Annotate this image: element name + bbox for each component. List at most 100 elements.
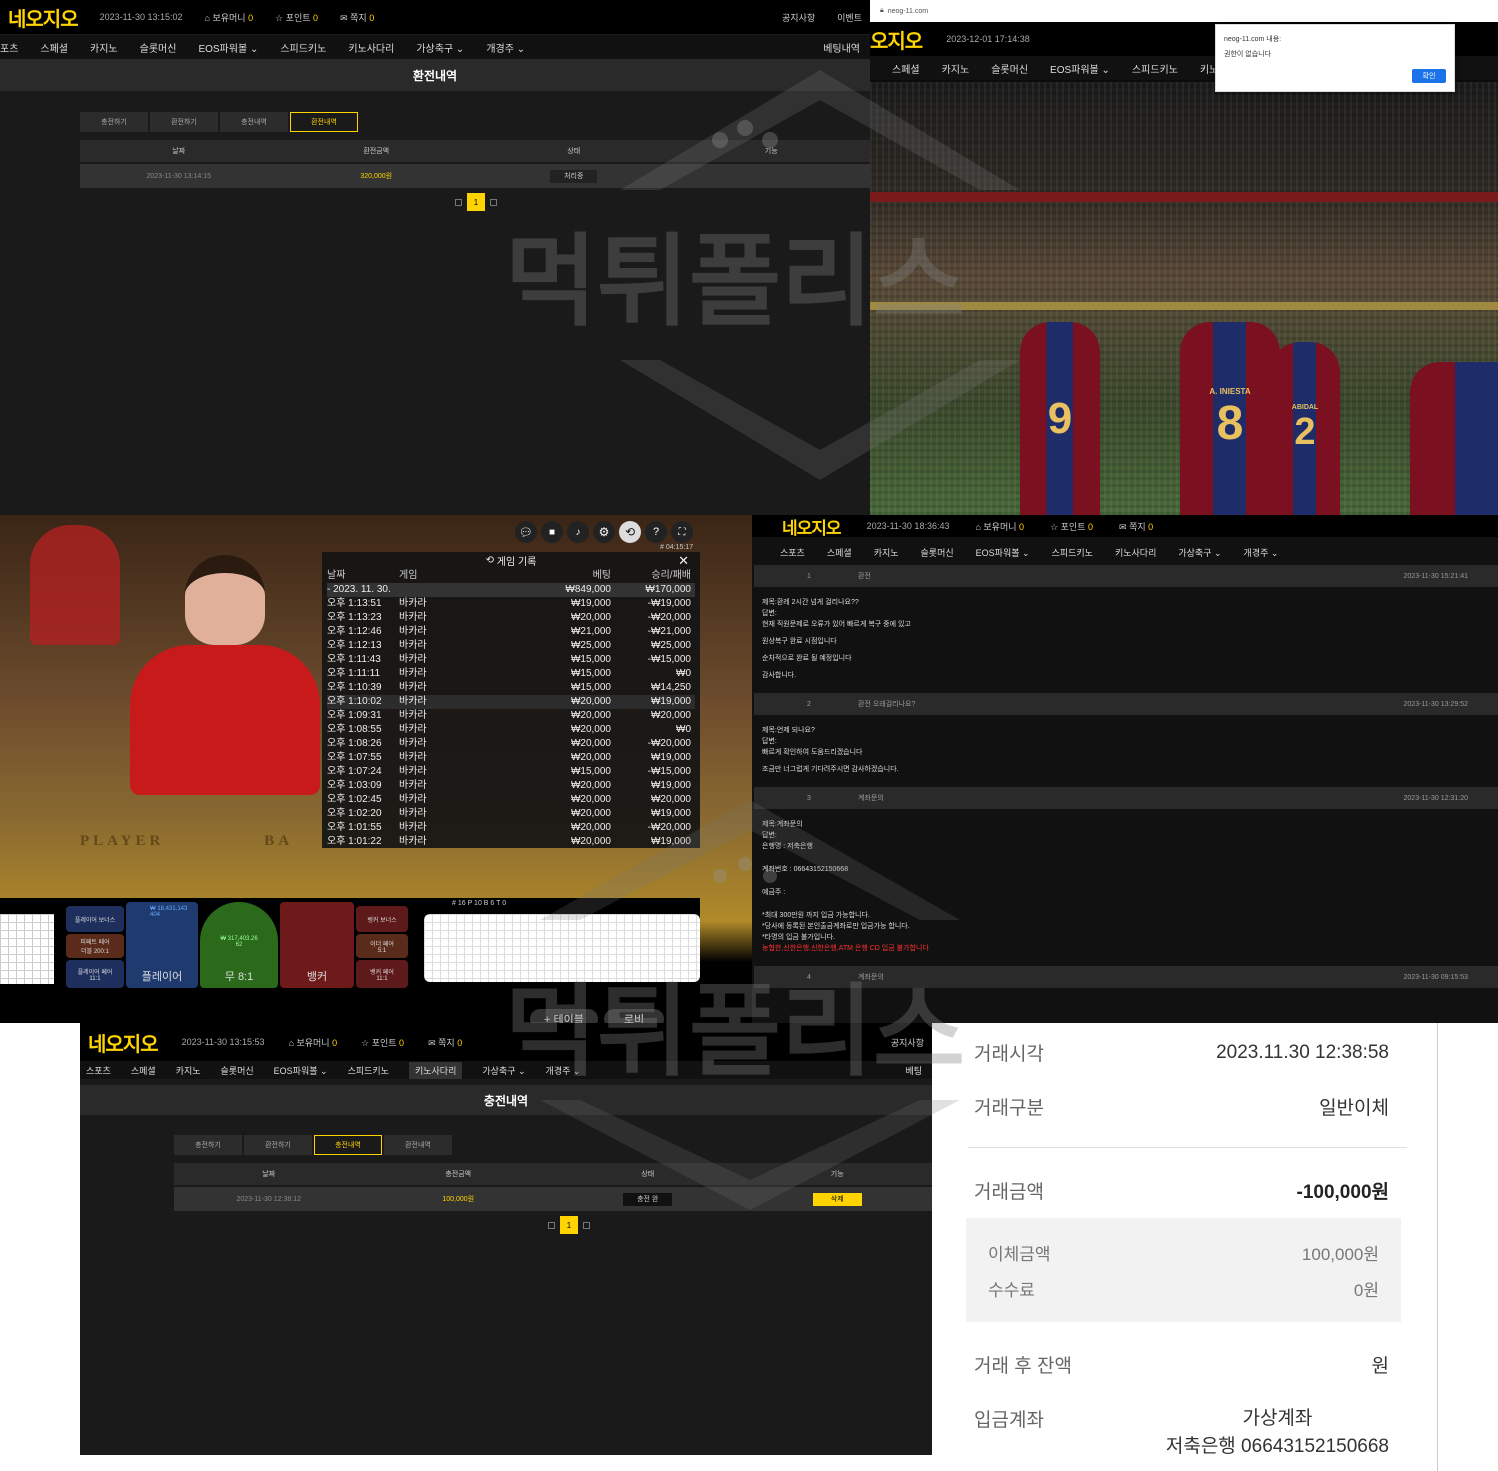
history-row[interactable]: 오후 1:01:55 바카라 ₩20,000 -₩20,000: [327, 821, 695, 835]
nav-item[interactable]: 가상축구 ⌄: [1178, 546, 1221, 559]
table-button[interactable]: + 테이블: [530, 1009, 598, 1023]
dialog-ok-button[interactable]: 확인: [1412, 69, 1446, 83]
nav-item[interactable]: 개경주 ⌄: [1244, 546, 1279, 559]
history-row[interactable]: 오후 1:11:43 바카라 ₩15,000 -₩15,000: [327, 653, 695, 667]
bet-player[interactable]: ₩ 18,431,143 404 플레이어: [126, 902, 198, 988]
inquiry-item-header[interactable]: 1 환전 2023-11-30 15:21:41: [754, 565, 1498, 587]
inquiry-item-header[interactable]: 4 계좌문의 2023-11-30 09:15:53: [754, 966, 1498, 988]
sound-icon[interactable]: ♪: [567, 521, 589, 543]
message-indicator[interactable]: ✉ 쪽지 0: [340, 11, 374, 24]
history-date-row[interactable]: - 2023. 11. 30. ₩849,000 ₩170,000: [327, 583, 695, 597]
inquiry-item-header[interactable]: 3 계좌문의 2023-11-30 12:31:20: [754, 787, 1498, 809]
page-button[interactable]: 1: [560, 1216, 578, 1234]
history-icon[interactable]: ⟲: [619, 521, 641, 543]
bet-player-bonus[interactable]: 플레이어 보너스: [66, 906, 124, 932]
bet-history-link[interactable]: 베팅내역: [823, 40, 860, 55]
tab-deposit-history[interactable]: 충전내역: [314, 1135, 382, 1155]
page-button[interactable]: 1: [467, 193, 485, 211]
message-indicator[interactable]: ✉ 쪽지 0: [1119, 520, 1153, 533]
fullscreen-icon[interactable]: ⛶: [671, 521, 693, 543]
close-icon[interactable]: ✕: [678, 553, 689, 569]
history-row[interactable]: 오후 1:09:31 바카라 ₩20,000 ₩20,000: [327, 709, 695, 723]
event-link[interactable]: 이벤트: [837, 11, 862, 24]
delete-button[interactable]: 삭제: [812, 1193, 862, 1206]
nav-item[interactable]: 스페셜: [827, 546, 852, 559]
nav-item[interactable]: EOS파워볼 ⌄: [976, 546, 1030, 559]
nav-item[interactable]: 카지노: [90, 40, 118, 55]
history-row[interactable]: 오후 1:07:55 바카라 ₩20,000 ₩19,000: [327, 751, 695, 765]
tab-deposit[interactable]: 충전하기: [174, 1135, 242, 1155]
history-row[interactable]: 오후 1:12:13 바카라 ₩25,000 ₩25,000: [327, 639, 695, 653]
nav-item[interactable]: 키노사다리: [408, 1061, 463, 1079]
history-row[interactable]: 오후 1:08:55 바카라 ₩20,000 ₩0: [327, 723, 695, 737]
nav-item[interactable]: 가상축구 ⌄: [416, 40, 464, 55]
nav-item[interactable]: 스페셜: [131, 1064, 156, 1077]
nav-item[interactable]: 슬롯머신: [921, 546, 954, 559]
history-row[interactable]: 오후 1:10:39 바카라 ₩15,000 ₩14,250: [327, 681, 695, 695]
site-logo[interactable]: 오지오: [870, 25, 923, 54]
bet-player-pair[interactable]: 플레이어 페어 11:1: [66, 960, 124, 988]
nav-item[interactable]: 스포츠: [86, 1064, 111, 1077]
history-row[interactable]: 오후 1:11:11 바카라 ₩15,000 ₩0: [327, 667, 695, 681]
history-row[interactable]: 오후 1:10:02 바카라 ₩20,000 ₩19,000: [327, 695, 695, 709]
tab-deposit-history[interactable]: 충전내역: [220, 112, 288, 132]
nav-item[interactable]: 키노사다리: [1115, 546, 1156, 559]
tab-withdraw[interactable]: 환전하기: [244, 1135, 312, 1155]
nav-item[interactable]: 가상축구 ⌄: [482, 1064, 525, 1077]
bet-history-link[interactable]: 베팅: [905, 1064, 922, 1077]
tab-withdraw[interactable]: 환전하기: [150, 112, 218, 132]
nav-item[interactable]: 스페셜: [40, 40, 68, 55]
site-logo[interactable]: 네오지오: [782, 515, 842, 539]
site-logo[interactable]: 네오지오: [88, 1028, 159, 1057]
message-indicator[interactable]: ✉ 쪽지 0: [428, 1036, 462, 1049]
nav-item[interactable]: 스피드키노: [348, 1064, 389, 1077]
next-page-icon[interactable]: [583, 1221, 590, 1229]
tab-withdraw-history[interactable]: 환전내역: [384, 1135, 452, 1155]
bet-banker[interactable]: 뱅커: [280, 902, 354, 988]
notice-link[interactable]: 공지사항: [891, 1036, 924, 1049]
notice-link[interactable]: 공지사항: [782, 11, 815, 24]
history-row[interactable]: 오후 1:08:26 바카라 ₩20,000 -₩20,000: [327, 737, 695, 751]
nav-item[interactable]: 스페셜: [892, 61, 920, 76]
bet-tie[interactable]: ₩ 317,403.26 62 무 8:1: [200, 902, 278, 988]
help-icon[interactable]: ?: [645, 521, 667, 543]
history-row[interactable]: 오후 1:01:22 바카라 ₩20,000 ₩19,000: [327, 835, 695, 848]
lobby-button[interactable]: 로비: [603, 1009, 665, 1023]
video-icon[interactable]: ■: [541, 521, 563, 543]
prev-page-icon[interactable]: [455, 198, 462, 206]
chat-icon[interactable]: 💬︎: [515, 521, 537, 543]
history-row[interactable]: 오후 1:13:23 바카라 ₩20,000 -₩20,000: [327, 611, 695, 625]
nav-item[interactable]: 개경주 ⌄: [546, 1064, 581, 1077]
nav-item[interactable]: EOS파워볼 ⌄: [274, 1064, 328, 1077]
site-logo[interactable]: 네오지오: [8, 3, 79, 32]
history-row[interactable]: 오후 1:07:24 바카라 ₩15,000 -₩15,000: [327, 765, 695, 779]
history-row[interactable]: 오후 1:12:46 바카라 ₩21,000 -₩21,000: [327, 625, 695, 639]
nav-item[interactable]: 슬롯머신: [140, 40, 177, 55]
bet-banker-bonus[interactable]: 뱅커 보너스: [356, 906, 408, 932]
nav-item[interactable]: 스포츠: [780, 546, 805, 559]
nav-item[interactable]: 키노사다리: [348, 40, 394, 55]
nav-item[interactable]: 포츠: [0, 40, 18, 55]
nav-item[interactable]: 스피드키노: [280, 40, 326, 55]
nav-item[interactable]: EOS파워볼 ⌄: [198, 40, 258, 55]
next-page-icon[interactable]: [490, 198, 497, 206]
nav-item[interactable]: 개경주 ⌄: [486, 40, 525, 55]
history-row[interactable]: 오후 1:03:09 바카라 ₩20,000 ₩19,000: [327, 779, 695, 793]
tab-deposit[interactable]: 충전하기: [80, 112, 148, 132]
nav-item[interactable]: 스피드키노: [1052, 546, 1093, 559]
bet-perfect-pair[interactable]: 피페트 페어 더블 200:1: [66, 934, 124, 958]
bet-banker-pair[interactable]: 뱅커 페어 11:1: [356, 960, 408, 988]
tab-withdraw-history[interactable]: 환전내역: [290, 112, 358, 132]
bet-either-pair[interactable]: 이더 페어 5:1: [356, 934, 408, 958]
settings-icon[interactable]: ⚙: [593, 521, 615, 543]
nav-item[interactable]: 카지노: [874, 546, 899, 559]
inquiry-item-header[interactable]: 2 환전 오래걸리나요? 2023-11-30 13:29:52: [754, 693, 1498, 715]
prev-page-icon[interactable]: [548, 1221, 555, 1229]
history-row[interactable]: 오후 1:02:20 바카라 ₩20,000 ₩19,000: [327, 807, 695, 821]
history-row[interactable]: 오후 1:02:45 바카라 ₩20,000 ₩20,000: [327, 793, 695, 807]
nav-item[interactable]: 슬롯머신: [991, 61, 1028, 76]
history-row[interactable]: 오후 1:13:51 바카라 ₩19,000 -₩19,000: [327, 597, 695, 611]
browser-address-bar[interactable]: 🔒︎ neog-11.com: [870, 0, 1498, 22]
nav-item[interactable]: 카지노: [942, 61, 970, 76]
nav-item[interactable]: EOS파워볼 ⌄: [1050, 61, 1110, 76]
